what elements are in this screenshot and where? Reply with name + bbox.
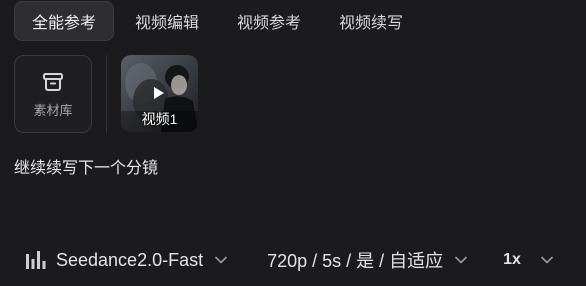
- mode-tabs: 全能参考 视频编辑 视频参考 视频续写: [14, 0, 420, 42]
- video-label: 视频1: [141, 111, 178, 127]
- archive-box-icon: [43, 72, 63, 91]
- audio-bars-icon: [26, 251, 46, 269]
- asset-library-button[interactable]: 素材库: [14, 55, 92, 133]
- model-selector[interactable]: Seedance2.0-Fast: [26, 250, 227, 271]
- speed-selector[interactable]: 1x: [503, 251, 553, 269]
- video-thumbnail[interactable]: 视频1: [121, 55, 198, 132]
- chevron-down-icon: [455, 256, 467, 264]
- tab-video-reference[interactable]: 视频参考: [220, 1, 318, 41]
- generation-settings-value: 720p / 5s / 是 / 自适应: [267, 251, 444, 271]
- speed-value: 1x: [503, 251, 521, 268]
- asset-row: 素材库 视频1: [14, 55, 198, 133]
- play-icon: [154, 87, 164, 99]
- tab-video-continue[interactable]: 视频续写: [322, 1, 420, 41]
- generation-toolbar: Seedance2.0-Fast 720p / 5s / 是 / 自适应 1x: [26, 244, 553, 276]
- chevron-down-icon: [541, 256, 553, 264]
- prompt-text[interactable]: 继续续写下一个分镜: [14, 154, 158, 178]
- generation-settings-selector[interactable]: 720p / 5s / 是 / 自适应: [267, 247, 467, 273]
- tab-video-edit[interactable]: 视频编辑: [118, 1, 216, 41]
- tab-omni-reference[interactable]: 全能参考: [14, 1, 115, 41]
- chevron-down-icon: [215, 256, 227, 264]
- divider: [106, 55, 107, 133]
- model-name: Seedance2.0-Fast: [56, 249, 204, 270]
- asset-library-label: 素材库: [33, 102, 73, 118]
